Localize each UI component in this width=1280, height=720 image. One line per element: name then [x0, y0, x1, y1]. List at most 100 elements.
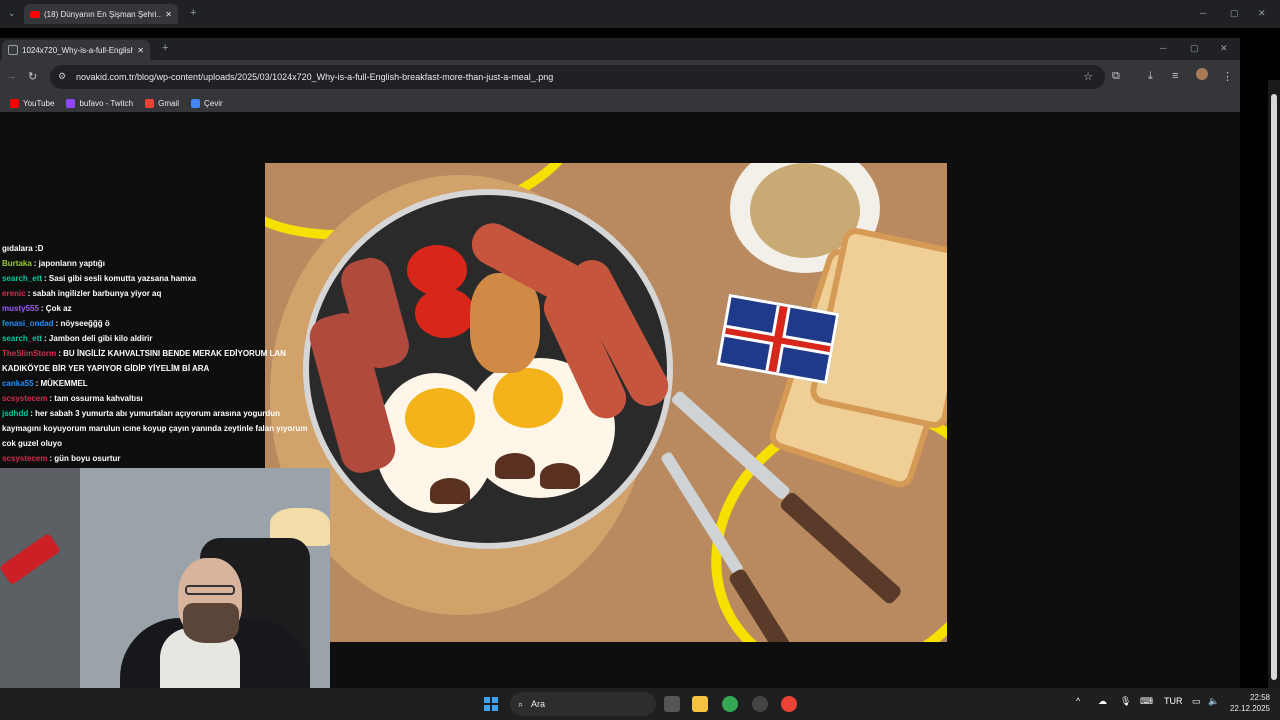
network-icon[interactable]: ▭: [1192, 696, 1201, 707]
chat-message: scsystecem: gün boyu osurtur: [2, 451, 312, 466]
bookmark-star-icon[interactable]: ☆: [1083, 70, 1093, 83]
bookmark-label: Çevir: [203, 98, 223, 108]
language-indicator[interactable]: TUR: [1164, 696, 1183, 706]
microphone-icon[interactable]: 🎙: [1120, 696, 1131, 707]
chat-text: : her sabah 3 yumurta abı yumurtaları aç…: [2, 409, 308, 448]
translate-icon: [190, 98, 200, 108]
media-controls-icon[interactable]: ≡: [1172, 70, 1178, 82]
extensions-icon[interactable]: ⧉: [1112, 70, 1120, 83]
chrome-active-icon[interactable]: [781, 696, 797, 712]
volume-icon[interactable]: 🔈: [1208, 696, 1219, 707]
file-explorer-icon[interactable]: [692, 696, 708, 712]
start-square: [484, 697, 490, 703]
search-icon: ⌕: [518, 698, 524, 709]
chat-message: canka55: MÜKEMMEL: [2, 376, 312, 391]
stream-chat: gıdalara :D Burtaka: japonların yaptığı se…: [2, 241, 312, 481]
new-tab-icon[interactable]: +: [190, 7, 196, 19]
outer-tab-youtube[interactable]: (18) Dünyanın En Şişman Şehri... ✕: [24, 4, 178, 24]
bookmark-label: Gmail: [158, 98, 179, 108]
chat-text: : sabah ingilizler barbunya yiyor aq: [27, 289, 162, 298]
chat-username[interactable]: scsystecem: [2, 394, 47, 403]
close-icon[interactable]: ✕: [165, 10, 172, 19]
chat-text: : gün boyu osurtur: [49, 454, 121, 463]
inner-tab-image[interactable]: 1024x720_Why-is-a-full-English... ✕: [2, 40, 150, 60]
download-icon[interactable]: ⤓: [1148, 70, 1153, 83]
tab-search-chevron-icon[interactable]: ⌄: [8, 8, 16, 19]
chat-text: : Sasi gibi sesli komutta yazsana hamxa: [44, 274, 197, 283]
task-view-icon[interactable]: [664, 696, 680, 712]
keyboard-icon[interactable]: ⌨: [1140, 696, 1153, 707]
bookmark-gmail[interactable]: Gmail: [145, 98, 179, 108]
profile-avatar[interactable]: [1196, 68, 1208, 80]
forward-arrow-icon[interactable]: →: [6, 70, 17, 82]
minimize-icon[interactable]: ─: [1200, 8, 1206, 18]
maximize-icon[interactable]: ▢: [1190, 43, 1199, 54]
start-square: [492, 697, 498, 703]
clock-date: 22.12.2025: [1229, 704, 1270, 713]
start-square: [484, 705, 490, 711]
window-close-icon[interactable]: ✕: [1258, 8, 1266, 19]
window-close-icon[interactable]: ✕: [1220, 43, 1228, 54]
chat-text: : japonların yaptığı: [33, 259, 105, 268]
close-icon[interactable]: ✕: [137, 46, 144, 55]
chat-username[interactable]: search_ett: [2, 334, 42, 343]
chat-username[interactable]: musty555: [2, 304, 39, 313]
start-square: [492, 705, 498, 711]
mushroom: [430, 478, 470, 504]
maximize-icon[interactable]: ▢: [1230, 8, 1239, 19]
chat-message: gıdalara :D: [2, 241, 312, 256]
reload-icon[interactable]: ↻: [28, 70, 37, 83]
menu-kebab-icon[interactable]: ⋮: [1222, 70, 1233, 83]
bookmarks-bar: YouTube bufavo - Twitch Gmail Çevir: [0, 94, 1240, 112]
chat-text: gıdalara :D: [2, 244, 44, 253]
chat-message: search_ett: Sasi gibi sesli komutta yazs…: [2, 271, 312, 286]
tray-chevron-icon[interactable]: ^: [1076, 696, 1080, 706]
tomato-slice: [407, 245, 467, 295]
twitch-icon: [66, 98, 76, 108]
chat-username[interactable]: scsystecem: [2, 454, 47, 463]
bookmark-translate[interactable]: Çevir: [190, 98, 223, 108]
site-settings-icon[interactable]: ⚙: [58, 71, 66, 82]
inner-browser-tabbar: 1024x720_Why-is-a-full-English... ✕ + ─ …: [0, 38, 1240, 60]
taskbar-search[interactable]: ⌕ Ara: [510, 692, 656, 716]
chat-username[interactable]: canka55: [2, 379, 34, 388]
chat-text: : nöyseeğğğ ö: [55, 319, 110, 328]
chat-text: : MÜKEMMEL: [35, 379, 88, 388]
streamer-beard: [183, 603, 239, 643]
app-icon[interactable]: [752, 696, 768, 712]
chat-message: search_ett: Jambon deli gibi kilo aldiri…: [2, 331, 312, 346]
clock-time: 22:58: [1249, 693, 1270, 702]
chat-username[interactable]: erenic: [2, 289, 26, 298]
chat-username[interactable]: Burtaka: [2, 259, 32, 268]
chat-username[interactable]: fenasi_ondad: [2, 319, 54, 328]
image-favicon-icon: [8, 45, 18, 55]
scrollbar-thumb[interactable]: [1271, 94, 1277, 680]
bookmark-youtube[interactable]: YouTube: [10, 98, 55, 108]
minimize-icon[interactable]: ─: [1160, 43, 1166, 53]
webcam-feed: [0, 468, 330, 720]
youtube-icon: [30, 10, 40, 18]
new-tab-icon[interactable]: +: [162, 42, 168, 54]
chat-username[interactable]: TheSlimStorm: [2, 349, 56, 358]
chat-username[interactable]: jsdhdd: [2, 409, 28, 418]
chat-message: erenic: sabah ingilizler barbunya yiyor …: [2, 286, 312, 301]
browser-toolbar: → ↻ ⚙ novakid.com.tr/blog/wp-content/upl…: [0, 60, 1240, 94]
chat-message: TheSlimStorm: BU İNGİLİZ KAHVALTSINI BEN…: [2, 346, 312, 376]
address-bar[interactable]: ⚙ novakid.com.tr/blog/wp-content/uploads…: [50, 65, 1105, 89]
streamer-glasses: [185, 585, 235, 595]
tomato-slice: [415, 288, 475, 338]
bookmark-twitch[interactable]: bufavo - Twitch: [66, 98, 134, 108]
system-clock[interactable]: 22:58 22.12.2025: [1230, 692, 1270, 714]
english-breakfast-image: [265, 163, 947, 642]
egg-yolk: [405, 388, 475, 448]
bookmark-label: bufavo - Twitch: [79, 98, 134, 108]
outer-tab-title: (18) Dünyanın En Şişman Şehri...: [44, 9, 162, 19]
chat-username[interactable]: search_ett: [2, 274, 42, 283]
chat-message: jsdhdd: her sabah 3 yumurta abı yumurtal…: [2, 406, 312, 451]
windows-start-icon[interactable]: [484, 697, 498, 711]
chrome-icon[interactable]: [722, 696, 738, 712]
inner-tab-title: 1024x720_Why-is-a-full-English...: [22, 45, 134, 55]
bookmark-label: YouTube: [23, 98, 55, 108]
onedrive-icon[interactable]: ☁: [1098, 696, 1107, 707]
mushroom: [540, 463, 580, 489]
